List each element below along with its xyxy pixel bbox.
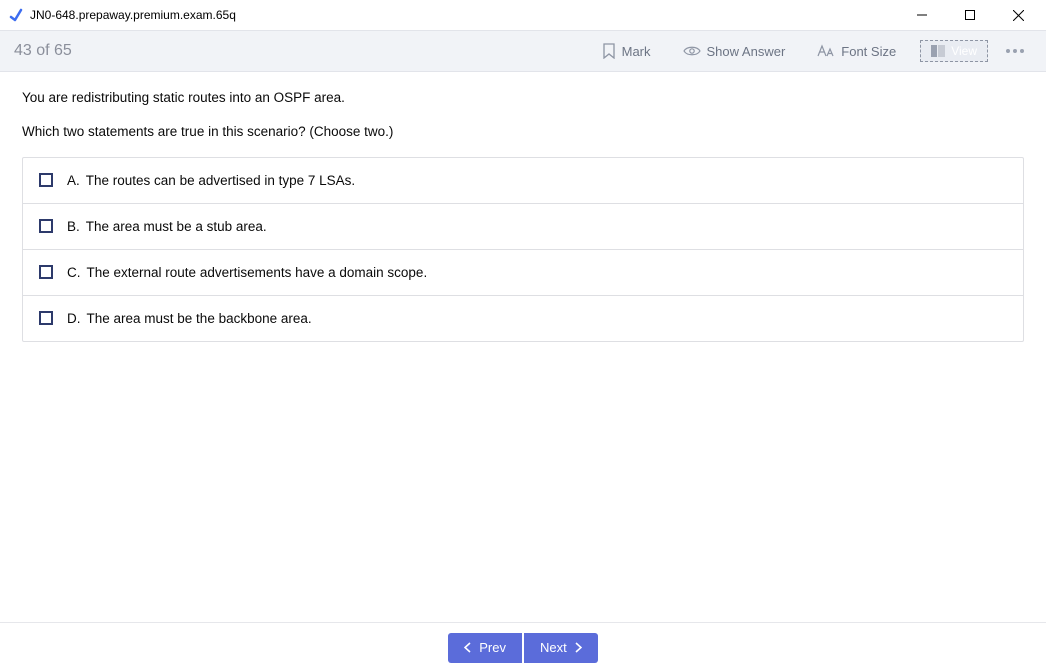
question-counter: 43 of 65 (14, 42, 72, 60)
prev-label: Prev (479, 640, 506, 655)
answer-letter: B. (67, 219, 80, 234)
answer-text: The external route advertisements have a… (87, 265, 428, 280)
answer-checkbox[interactable] (39, 265, 53, 279)
next-label: Next (540, 640, 567, 655)
answer-text: The routes can be advertised in type 7 L… (86, 173, 355, 188)
answer-text: The area must be the backbone area. (87, 311, 312, 326)
answer-letter: A. (67, 173, 80, 188)
mark-button[interactable]: Mark (592, 39, 661, 63)
view-label: View (951, 44, 977, 58)
show-answer-button[interactable]: Show Answer (673, 40, 796, 63)
answer-option[interactable]: B. The area must be a stub area. (23, 204, 1023, 250)
show-answer-label: Show Answer (707, 44, 786, 59)
minimize-button[interactable] (902, 1, 942, 29)
toolbar: 43 of 65 Mark Show Answer Font Size View (0, 30, 1046, 72)
chevron-left-icon (464, 642, 471, 653)
more-button[interactable] (1002, 45, 1028, 57)
question-line-2: Which two statements are true in this sc… (22, 122, 1024, 142)
answer-option[interactable]: A. The routes can be advertised in type … (23, 158, 1023, 204)
prev-button[interactable]: Prev (448, 633, 522, 663)
window-title: JN0-648.prepaway.premium.exam.65q (30, 8, 236, 22)
answer-option[interactable]: C. The external route advertisements hav… (23, 250, 1023, 296)
answer-list: A. The routes can be advertised in type … (22, 157, 1024, 342)
content-area: You are redistributing static routes int… (0, 72, 1046, 358)
bookmark-icon (602, 43, 616, 59)
answer-text: The area must be a stub area. (86, 219, 267, 234)
answer-letter: C. (67, 265, 81, 280)
window-controls (902, 1, 1038, 29)
app-icon (8, 7, 24, 23)
footer: Prev Next (0, 622, 1046, 672)
answer-checkbox[interactable] (39, 311, 53, 325)
answer-checkbox[interactable] (39, 173, 53, 187)
next-button[interactable]: Next (524, 633, 598, 663)
eye-icon (683, 45, 701, 57)
chevron-right-icon (575, 642, 582, 653)
view-icon (931, 45, 945, 57)
maximize-button[interactable] (950, 1, 990, 29)
mark-label: Mark (622, 44, 651, 59)
title-bar: JN0-648.prepaway.premium.exam.65q (0, 0, 1046, 30)
question-line-1: You are redistributing static routes int… (22, 88, 1024, 108)
answer-option[interactable]: D. The area must be the backbone area. (23, 296, 1023, 341)
answer-checkbox[interactable] (39, 219, 53, 233)
close-button[interactable] (998, 1, 1038, 29)
font-size-button[interactable]: Font Size (807, 40, 906, 63)
answer-letter: D. (67, 311, 81, 326)
view-button[interactable]: View (920, 40, 988, 62)
font-size-icon (817, 44, 835, 58)
font-size-label: Font Size (841, 44, 896, 59)
dots-icon (1006, 49, 1010, 53)
